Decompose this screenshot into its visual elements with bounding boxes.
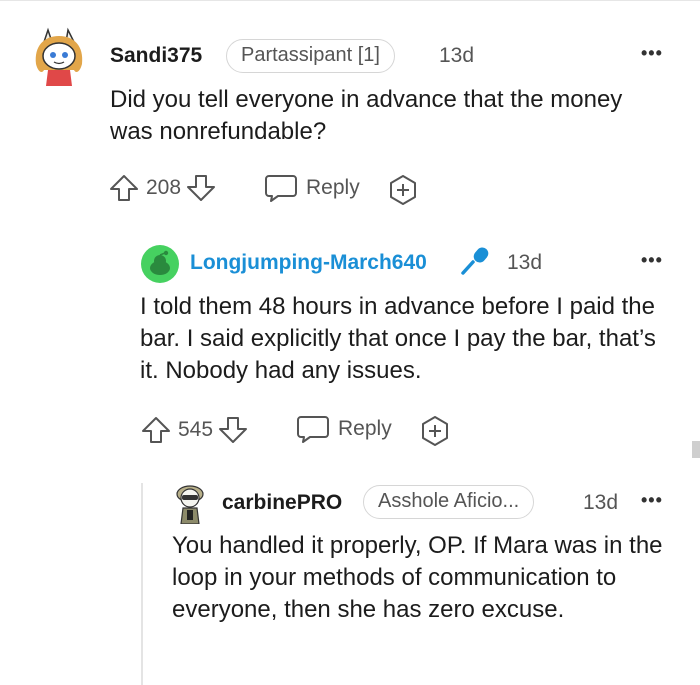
timestamp[interactable]: 13d (439, 44, 474, 68)
op-username[interactable]: Longjumping-March640 (190, 251, 427, 275)
scrollbar-thumb[interactable] (692, 441, 700, 458)
award-plus-icon (422, 416, 448, 446)
comment-body: I told them 48 hours in advance before I… (140, 293, 656, 384)
more-options-icon[interactable]: ••• (641, 491, 663, 509)
username[interactable]: Sandi375 (110, 44, 202, 68)
award-plus-icon (390, 175, 416, 205)
comment-bubble-icon (297, 416, 329, 443)
user-avatar[interactable] (30, 26, 88, 86)
thread-line[interactable] (141, 483, 143, 685)
vote-count: 208 (146, 176, 182, 199)
reply-button[interactable]: Reply (264, 172, 360, 204)
upvote-icon[interactable] (108, 172, 140, 204)
reply-label: Reply (338, 417, 392, 440)
comment-bubble-icon (265, 175, 297, 202)
vote-count: 545 (178, 418, 214, 441)
comment-body: You handled it properly, OP. If Mara was… (172, 532, 663, 623)
user-flair: Asshole Aficio... (363, 485, 535, 519)
vote-bar: 208 (108, 172, 217, 204)
downvote-icon[interactable] (185, 172, 217, 204)
comment-body: Did you tell everyone in advance that th… (110, 86, 623, 145)
vote-bar: 545 (140, 414, 249, 446)
microphone-icon (461, 247, 489, 275)
more-options-icon[interactable]: ••• (641, 44, 663, 62)
reply-button[interactable]: Reply (296, 413, 392, 445)
downvote-icon[interactable] (217, 414, 249, 446)
timestamp[interactable]: 13d (583, 491, 618, 515)
timestamp[interactable]: 13d (507, 251, 542, 275)
upvote-icon[interactable] (140, 414, 172, 446)
award-button[interactable] (419, 415, 451, 447)
user-flair: Partassipant [1] (226, 39, 395, 73)
snoo-avatar[interactable] (140, 244, 180, 284)
user-avatar[interactable] (170, 482, 210, 524)
award-button[interactable] (387, 174, 419, 206)
more-options-icon[interactable]: ••• (641, 251, 663, 269)
username[interactable]: carbinePRO (222, 491, 342, 515)
top-divider (0, 0, 700, 1)
reply-label: Reply (306, 176, 360, 199)
